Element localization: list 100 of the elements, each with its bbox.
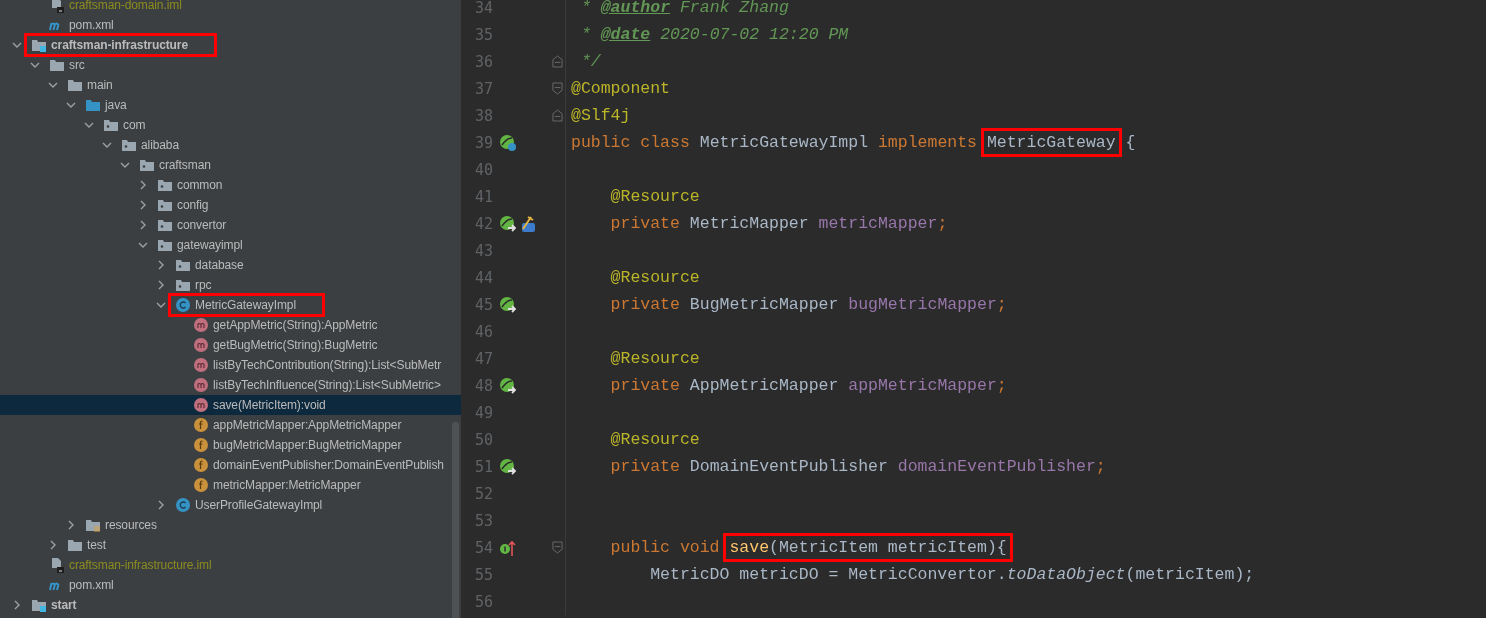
module-folder-icon [31,37,47,53]
tree-item[interactable]: config [0,195,461,215]
line-number: 55 [473,565,493,584]
tree-item[interactable]: bugMetricMapper:BugMetricMapper [0,435,461,455]
fold-marker-icon[interactable] [551,82,563,95]
tree-item[interactable]: MetricGatewayImpl [0,295,461,315]
code-line: private BugMetricMapper bugMetricMapper; [609,295,1007,314]
code-line: * @date 2020-07-02 12:20 PM [579,25,849,44]
code-text: public void [609,538,721,557]
tree-item[interactable]: listByTechInfluence(String):List<SubMetric> [0,375,461,395]
line-number: 34 [473,0,493,17]
method-icon [193,357,209,373]
tree-item[interactable]: com [0,115,461,135]
tree-item[interactable]: appMetricMapper:AppMetricMapper [0,415,461,435]
line-number: 42 [473,214,493,233]
highlight-box: MetricGateway [980,128,1122,157]
code-line: private MetricMapper metricMapper; [609,214,948,233]
resources-folder-icon [85,517,101,533]
line-number: 35 [473,25,493,44]
tree-item[interactable]: pom.xml [0,575,461,595]
tree-item[interactable]: getBugMetric(String):BugMetric [0,335,461,355]
highlight-box: save(MetricItem metricItem){ [723,533,1013,562]
tree-item[interactable]: rpc [0,275,461,295]
package-folder-icon [157,197,173,213]
code-line: @Component [571,79,671,98]
tree-item[interactable]: save(MetricItem):void [0,395,461,415]
field-icon [193,477,209,493]
method-icon [193,397,209,413]
code-line: private AppMetricMapper appMetricMapper; [609,376,1007,395]
tree-item[interactable]: craftsman-infrastructure [0,35,461,55]
folder-icon [67,537,83,553]
field-icon [193,437,209,453]
highlight-box: MetricGatewayImpl [168,293,325,317]
package-folder-icon [121,137,137,153]
package-folder-icon [157,237,173,253]
tree-item[interactable]: src [0,55,461,75]
fold-marker-icon[interactable] [551,55,563,68]
code-line: MetricDO metricDO = MetricConvertor.toDataObject(metricItem); [649,565,1255,584]
tree-item[interactable]: alibaba [0,135,461,155]
tree-item[interactable]: main [0,75,461,95]
line-number: 53 [473,511,493,530]
code-line: */ [579,52,601,71]
tree-item[interactable]: gatewayimpl [0,235,461,255]
code-line: @Resource [609,430,700,449]
code-line: * @author Frank Zhang [579,0,789,17]
line-number: 52 [473,484,493,503]
tree-item[interactable]: domainEventPublisher:DomainEventPublish [0,455,461,475]
fold-marker-icon[interactable] [551,541,563,554]
line-number: 47 [473,349,493,368]
fold-marker-icon[interactable] [551,109,563,122]
line-number: 37 [473,79,493,98]
hammer-icon[interactable] [519,214,537,233]
file-icon [49,0,65,13]
line-number: 45 [473,295,493,314]
class-icon [175,497,191,513]
tree-item[interactable]: resources [0,515,461,535]
line-number: 41 [473,187,493,206]
source-folder-icon [85,97,101,113]
tree-item[interactable]: test [0,535,461,555]
code-line: @Resource [609,268,700,287]
line-number: 48 [473,376,493,395]
line-number: 46 [473,322,493,341]
tree-item[interactable]: start [0,595,461,615]
line-number: 40 [473,160,493,179]
line-number: 54 [473,538,493,557]
bean-icon[interactable] [499,133,517,152]
tree-item[interactable]: listByTechContribution(String):List<SubMetr [0,355,461,375]
highlight-box: craftsman-infrastructure [24,33,217,57]
method-icon [193,317,209,333]
method-icon [193,377,209,393]
code-text: { [1124,133,1136,152]
tree-item[interactable]: getAppMetric(String):AppMetric [0,315,461,335]
field-icon [193,417,209,433]
code-text: public class MetricGatewayImpl implements [571,133,978,152]
tree-item[interactable]: craftsman-infrastructure.iml [0,555,461,575]
tree-item[interactable]: common [0,175,461,195]
code-line: private DomainEventPublisher domainEventPublisher; [609,457,1106,476]
tree-item[interactable]: convertor [0,215,461,235]
up-arrow-icon[interactable] [499,538,517,557]
file-icon [49,557,65,573]
package-folder-icon [175,257,191,273]
tree-item[interactable]: UserProfileGatewayImpl [0,495,461,515]
tree-item[interactable]: java [0,95,461,115]
class-icon [175,297,191,313]
package-folder-icon [139,157,155,173]
package-folder-icon [157,217,173,233]
code-line: @Slf4j [571,106,631,125]
tree-item[interactable]: database [0,255,461,275]
tree-item[interactable]: craftsman-domain.iml [0,0,461,15]
line-number: 44 [473,268,493,287]
tree-item[interactable]: pom.xml [0,15,461,35]
line-number: 38 [473,106,493,125]
line-number: 56 [473,592,493,611]
code-line: @Resource [609,187,700,206]
package-folder-icon [157,177,173,193]
folder-icon [67,77,83,93]
tree-item[interactable]: metricMapper:MetricMapper [0,475,461,495]
line-number: 50 [473,430,493,449]
package-folder-icon [175,277,191,293]
tree-item[interactable]: craftsman [0,155,461,175]
